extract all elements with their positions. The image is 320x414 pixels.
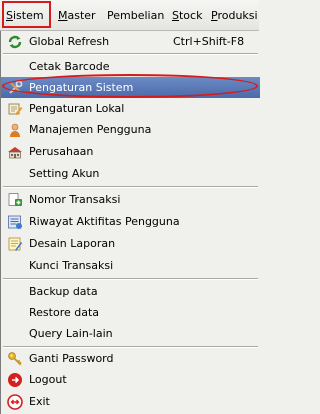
menu-item-label: Backup data (29, 285, 98, 298)
menu-produksi[interactable]: Produksi (211, 9, 258, 22)
shortcut-label: Ctrl+Shift-F8 (173, 35, 245, 48)
menu-item-global-refresh[interactable]: Global Refresh Ctrl+Shift-F8 (1, 31, 260, 52)
menu-pembelian[interactable]: Pembelian (107, 9, 164, 22)
menu-item-label: Kunci Transaksi (29, 259, 114, 272)
menu-item-ganti-password[interactable]: Ganti Password (1, 348, 260, 369)
menu-item-label: Manajemen Pengguna (29, 123, 152, 136)
menu-master-mnemonic: M (58, 9, 68, 22)
menu-item-pengaturan-lokal[interactable]: Pengaturan Lokal (1, 98, 260, 119)
menu-item-desain-laporan[interactable]: Desain Laporan (1, 233, 260, 254)
menu-item-label: Ganti Password (29, 352, 114, 365)
menu-stock[interactable]: Stock (172, 9, 202, 22)
menu-item-label: Pengaturan Sistem (29, 81, 134, 94)
menu-item-riwayat-aktifitas-pengguna[interactable]: Riwayat Aktifitas Pengguna (1, 211, 260, 232)
building-icon (7, 144, 23, 160)
menu-master-label: aster (67, 9, 96, 22)
key-icon (7, 351, 23, 367)
add-document-icon (7, 192, 23, 208)
menu-item-query-lain-lain[interactable]: Query Lain-lain (1, 323, 260, 344)
menu-item-label: Cetak Barcode (29, 60, 110, 73)
user-icon (7, 122, 23, 138)
menu-master[interactable]: Master (58, 9, 96, 22)
sistem-dropdown-menu: Global Refresh Ctrl+Shift-F8 Cetak Barco… (0, 31, 260, 414)
menu-stock-label: tock (178, 9, 203, 22)
exit-icon (7, 394, 23, 410)
pencil-icon (7, 101, 23, 117)
menu-item-label: Setting Akun (29, 167, 100, 180)
menu-sistem[interactable]: Sistem (6, 9, 44, 22)
menu-pembelian-label: Pembelian (107, 9, 165, 22)
history-icon (7, 214, 23, 230)
menu-stock-mnemonic: S (172, 9, 179, 22)
menu-item-label: Restore data (29, 306, 100, 319)
menu-item-perusahaan[interactable]: Perusahaan (1, 141, 260, 162)
menu-item-label: Exit (29, 395, 50, 408)
tools-icon (7, 80, 23, 96)
separator (3, 278, 258, 280)
menu-item-label: Query Lain-lain (29, 327, 113, 340)
menu-item-nomor-transaksi[interactable]: Nomor Transaksi (1, 189, 260, 210)
report-design-icon (7, 236, 23, 252)
menu-item-label: Global Refresh (29, 35, 110, 48)
menu-sistem-label: istem (12, 9, 44, 22)
menu-item-backup-data[interactable]: Backup data (1, 281, 260, 302)
menu-item-cetak-barcode[interactable]: Cetak Barcode (1, 56, 260, 77)
menu-item-label: Perusahaan (29, 145, 94, 158)
menu-item-manajemen-pengguna[interactable]: Manajemen Pengguna (1, 119, 260, 140)
menu-bar: Sistem Master Pembelian Stock Produksi (0, 0, 259, 31)
separator (3, 186, 258, 188)
menu-sistem-mnemonic: S (6, 9, 13, 22)
menu-item-label: Logout (29, 373, 67, 386)
menu-item-label: Nomor Transaksi (29, 193, 121, 206)
logout-icon (7, 372, 23, 388)
menu-item-logout[interactable]: Logout (1, 369, 260, 390)
menu-item-label: Riwayat Aktifitas Pengguna (29, 215, 180, 228)
refresh-icon (7, 34, 23, 50)
menu-item-pengaturan-sistem[interactable]: Pengaturan Sistem (1, 77, 260, 98)
menu-item-setting-akun[interactable]: Setting Akun (1, 163, 260, 184)
menu-item-label: Pengaturan Lokal (29, 102, 125, 115)
separator (3, 53, 258, 55)
menu-produksi-label: roduksi (217, 9, 258, 22)
menu-item-label: Desain Laporan (29, 237, 116, 250)
menu-item-restore-data[interactable]: Restore data (1, 302, 260, 323)
menu-item-kunci-transaksi[interactable]: Kunci Transaksi (1, 255, 260, 276)
menu-item-exit[interactable]: Exit (1, 391, 260, 412)
